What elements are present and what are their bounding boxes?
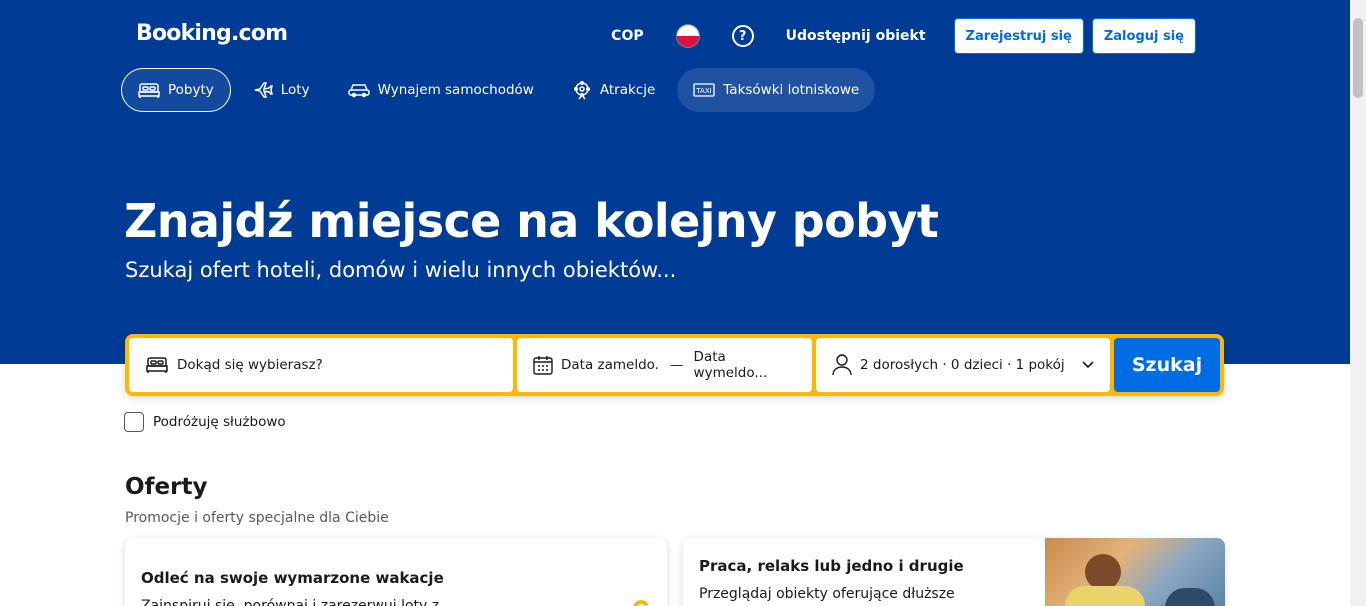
person-icon [832, 354, 852, 376]
offer-card-title: Praca, relaks lub jedno i drugie [699, 557, 964, 575]
plane-icon [254, 82, 273, 98]
search-button[interactable]: Szukaj [1114, 338, 1220, 392]
currency-selector[interactable]: COP [611, 28, 643, 44]
car-icon [347, 84, 370, 98]
page-scrollbar[interactable] [1350, 0, 1366, 606]
top-navigation: COP ? Udostępnij obiekt Zarejestruj się … [611, 18, 1196, 54]
date-separator: — [670, 357, 684, 373]
hero-header: Booking.com COP ? Udostępnij obiekt Zare… [0, 0, 1350, 364]
guests-field[interactable]: 2 dorosłych · 0 dzieci · 1 pokój [816, 338, 1110, 392]
checkout-date[interactable]: Data wymeldo... [694, 349, 796, 381]
offer-card-flights[interactable]: Odleć na swoje wymarzone wakacje Zainspi… [125, 538, 667, 606]
guests-field-content: 2 dorosłych · 0 dzieci · 1 pokój [832, 354, 1065, 376]
checkin-date[interactable]: Data zameldo... [561, 357, 660, 373]
offer-card-image [1045, 538, 1225, 606]
business-travel-label: Podróżuję służbowo [153, 414, 286, 430]
svg-text:TAXI: TAXI [696, 87, 712, 95]
tab-airport-taxis-label: Taksówki lotniskowe [723, 82, 860, 98]
calendar-icon [533, 356, 553, 375]
tab-flights-label: Loty [280, 82, 310, 98]
product-tabs: Pobyty Loty Wynajem samochodów Atrakcje … [121, 68, 881, 112]
scrollbar-thumb[interactable] [1353, 18, 1363, 98]
hero-title: Znajdź miejsce na kolejny pobyt [124, 194, 939, 248]
attractions-icon [573, 80, 590, 100]
decorative-graphic-icon [630, 597, 652, 606]
tab-car-rental-label: Wynajem samochodów [377, 82, 534, 98]
offer-card-text: Zainspiruj się, porównaj i zarezerwuj lo… [141, 598, 440, 606]
tab-attractions-label: Atrakcje [599, 82, 656, 98]
offer-card-text: Przeglądaj obiekty oferujące dłuższe [699, 586, 955, 602]
list-property-link[interactable]: Udostępnij obiekt [786, 28, 926, 44]
offer-card-long-stays[interactable]: Praca, relaks lub jedno i drugie Przeglą… [683, 538, 1225, 606]
destination-field[interactable]: Dokąd się wybierasz? [129, 338, 513, 392]
hero-subtitle: Szukaj ofert hoteli, domów i wielu innyc… [125, 258, 677, 282]
tab-stays-label: Pobyty [168, 82, 214, 98]
booking-logo[interactable]: Booking.com [136, 21, 288, 46]
taxi-icon: TAXI [693, 83, 715, 97]
bed-icon [138, 83, 160, 98]
business-travel-option[interactable]: Podróżuję służbowo [124, 412, 286, 432]
tab-car-rental[interactable]: Wynajem samochodów [332, 68, 550, 112]
guests-summary: 2 dorosłych · 0 dzieci · 1 pokój [860, 357, 1065, 373]
offers-title: Oferty [125, 474, 208, 500]
login-button[interactable]: Zaloguj się [1091, 18, 1196, 54]
business-travel-checkbox[interactable] [124, 412, 144, 432]
tab-stays[interactable]: Pobyty [121, 68, 231, 112]
chevron-down-icon [1082, 361, 1094, 369]
search-bar: Dokąd się wybierasz? Data zameldo... — D… [125, 334, 1224, 396]
tab-attractions[interactable]: Atrakcje [556, 68, 671, 112]
register-button[interactable]: Zarejestruj się [953, 18, 1084, 54]
date-field[interactable]: Data zameldo... — Data wymeldo... [517, 338, 812, 392]
bed-icon [146, 357, 168, 373]
offer-card-title: Odleć na swoje wymarzone wakacje [141, 569, 444, 587]
tab-airport-taxis[interactable]: TAXI Taksówki lotniskowe [677, 68, 876, 112]
tab-flights[interactable]: Loty [237, 68, 326, 112]
booking-page: Booking.com COP ? Udostępnij obiekt Zare… [0, 0, 1366, 606]
help-icon[interactable]: ? [731, 25, 754, 47]
destination-input[interactable]: Dokąd się wybierasz? [177, 357, 323, 373]
language-flag-icon[interactable] [675, 24, 700, 48]
offers-subtitle: Promocje i oferty specjalne dla Ciebie [125, 510, 389, 526]
